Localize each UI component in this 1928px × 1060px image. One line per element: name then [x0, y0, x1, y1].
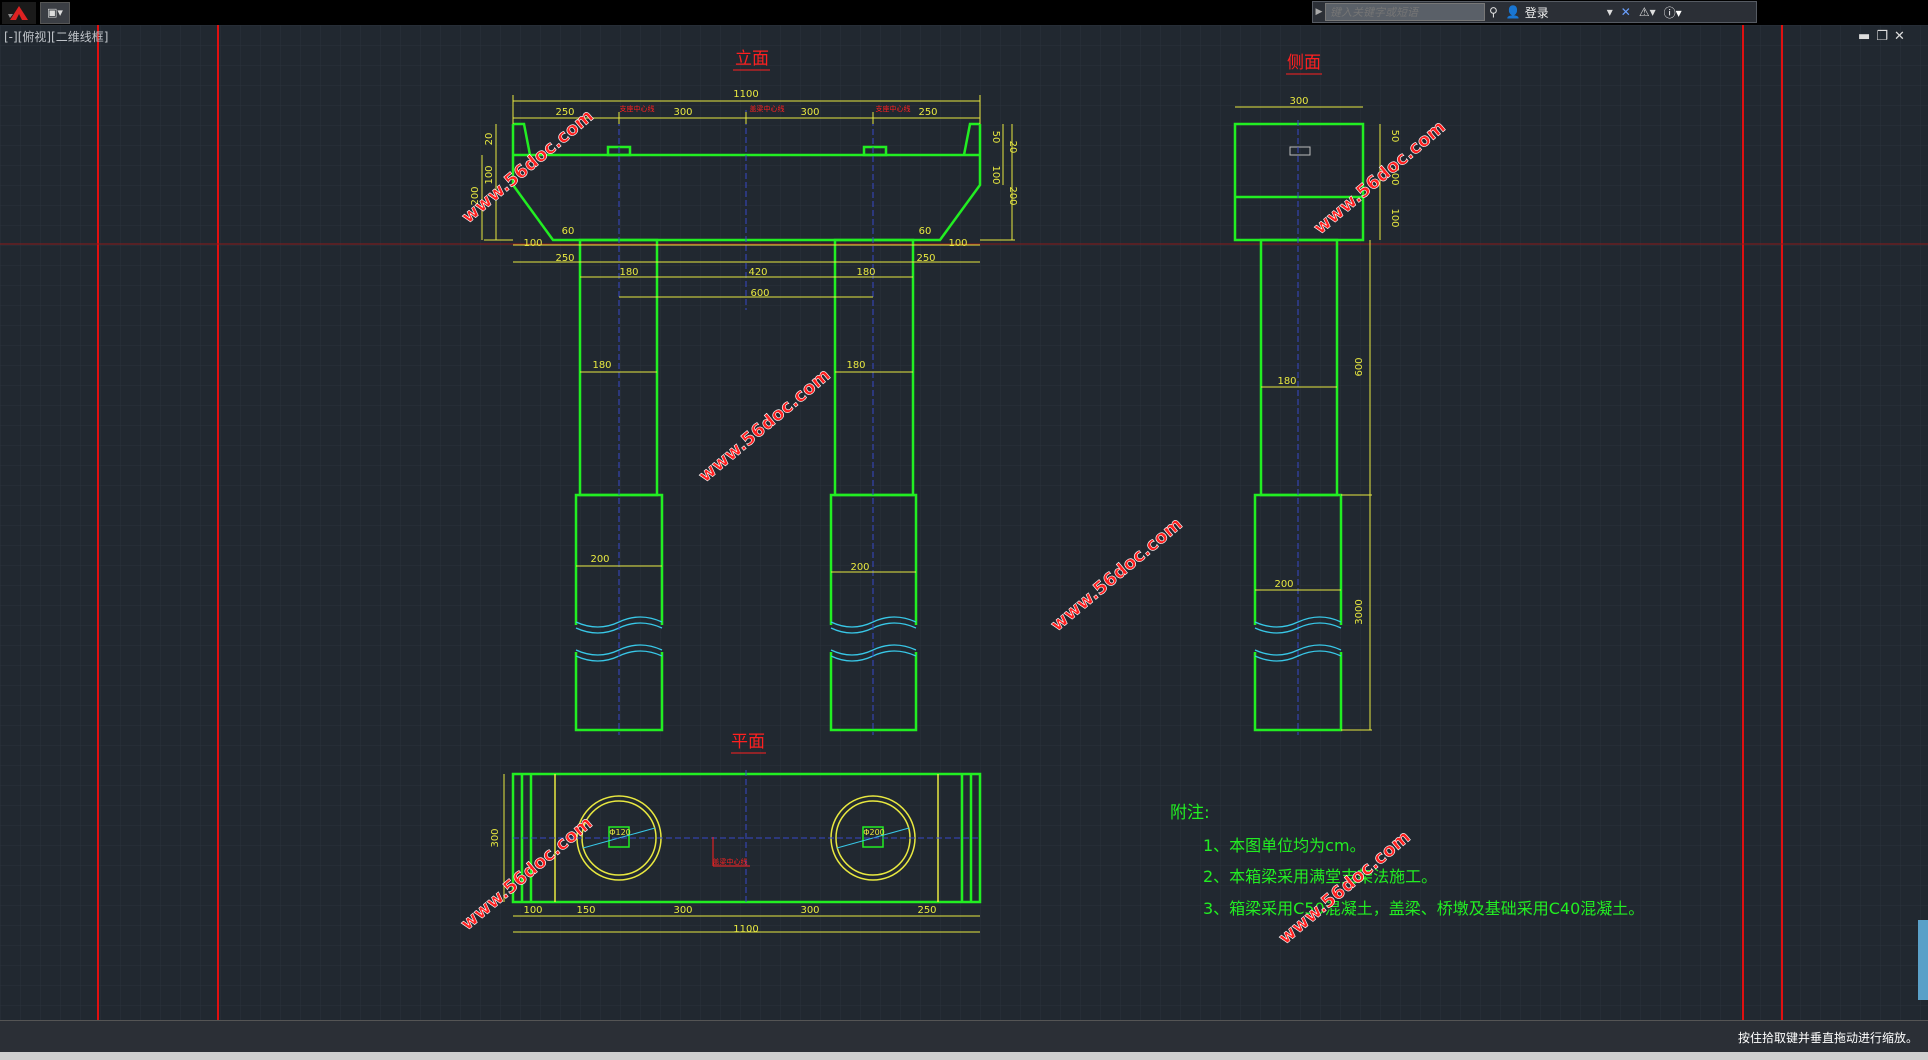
dim-60-left: 60: [562, 226, 575, 237]
note-3: 3、箱梁采用C50混凝土，盖梁、桥墩及基础采用C40混凝土。: [1203, 899, 1644, 918]
dropdown-arrow-icon[interactable]: ▾: [1603, 5, 1617, 19]
drawing-window-controls: ▬ ❐ ✕: [1858, 29, 1905, 44]
dim-200-pile-left: 200: [590, 554, 609, 565]
side-dim-200: 200: [1274, 579, 1293, 590]
bearing-centerline-tag-right: 支座中心线: [876, 104, 911, 113]
application-title-bar: ▣▾ ▶ ⚲ 👤 登录 ▾ ✕ ⚠▾ ⓘ▾: [0, 0, 1928, 25]
dim-250-right: 250: [918, 107, 937, 118]
dim-100-left: 100: [523, 238, 542, 249]
plan-dim-100: 100: [523, 905, 542, 916]
dim-180-col-right: 180: [846, 360, 865, 371]
save-document-icon[interactable]: ▣▾: [40, 1, 70, 24]
pile-label-left: Φ120: [609, 828, 631, 837]
cap-centerline-tag: 盖梁中心线: [750, 104, 785, 113]
binoculars-icon[interactable]: ⚲: [1485, 5, 1502, 19]
dim-200-pile-right: 200: [850, 562, 869, 573]
plan-dim-300-right: 300: [800, 905, 819, 916]
restore-icon[interactable]: ❐: [1876, 29, 1888, 44]
search-input[interactable]: [1325, 3, 1485, 21]
side-dim-300: 300: [1289, 96, 1308, 107]
dim-180-a: 180: [619, 267, 638, 278]
right-edge-strip: [1918, 920, 1928, 1000]
dim-180-col-left: 180: [592, 360, 611, 371]
cad-drawing[interactable]: 立面 1100 250 300 300 250 60 60 100 100 25…: [0, 25, 1928, 1020]
viewport-controls[interactable]: [-][俯视][二维线框]: [4, 28, 108, 45]
side-dim-180: 180: [1277, 376, 1296, 387]
dim-right-20: 20: [1007, 141, 1018, 154]
dim-right-200: 200: [1007, 186, 1018, 205]
plan-dim-1100: 1100: [733, 924, 758, 935]
dim-1100: 1100: [733, 89, 758, 100]
help-icon[interactable]: ⓘ▾: [1660, 4, 1686, 21]
login-button[interactable]: 登录: [1525, 4, 1603, 21]
note-2: 2、本箱梁采用满堂支架法施工。: [1203, 867, 1437, 886]
dim-300-left: 300: [673, 107, 692, 118]
side-dim-100-b: 100: [1389, 208, 1400, 227]
dim-60-right: 60: [919, 226, 932, 237]
bottom-strip: [0, 1052, 1928, 1060]
close-icon[interactable]: ✕: [1894, 29, 1905, 44]
dim-300-right: 300: [800, 107, 819, 118]
note-1: 1、本图单位均为cm。: [1203, 836, 1366, 855]
plan-title: 平面: [731, 732, 765, 752]
side-title: 侧面: [1287, 53, 1321, 73]
plan-dim-250: 250: [917, 905, 936, 916]
status-bar: 按住拾取键并垂直拖动进行缩放。: [0, 1020, 1928, 1053]
status-prompt: 按住拾取键并垂直拖动进行缩放。: [1737, 1031, 1918, 1045]
plan-dim-300-vertical: 300: [490, 828, 501, 847]
plan-centerline-tag: 盖梁中心线: [713, 857, 748, 866]
notes-heading: 附注:: [1170, 803, 1210, 823]
pile-label-right: Φ200: [863, 828, 885, 837]
expand-arrow-icon[interactable]: ▶: [1313, 7, 1325, 17]
stay-connected-icon[interactable]: ⚠▾: [1635, 5, 1660, 19]
dim-180-b: 180: [856, 267, 875, 278]
dim-left-20: 20: [484, 133, 495, 146]
infocenter-bar: ▶ ⚲ 👤 登录 ▾ ✕ ⚠▾ ⓘ▾: [1312, 1, 1757, 23]
minimize-icon[interactable]: ▬: [1858, 29, 1870, 44]
quick-access-toolbar: ▣▾: [0, 0, 70, 25]
side-dim-3000: 3000: [1354, 599, 1365, 624]
elevation-title: 立面: [735, 49, 769, 69]
dim-250-lower-right: 250: [916, 253, 935, 264]
user-icon: 👤: [1505, 5, 1521, 19]
plan-dim-150: 150: [576, 905, 595, 916]
dim-420: 420: [748, 267, 767, 278]
drawing-canvas[interactable]: 立面 1100 250 300 300 250 60 60 100 100 25…: [0, 25, 1928, 1020]
dim-250-lower-left: 250: [555, 253, 574, 264]
autocad-logo-icon[interactable]: [2, 1, 36, 24]
plan-dim-300-left: 300: [673, 905, 692, 916]
exchange-icon[interactable]: ✕: [1617, 5, 1635, 19]
side-dim-50: 50: [1389, 130, 1400, 143]
dim-600: 600: [750, 288, 769, 299]
dim-right-100: 100: [990, 165, 1001, 184]
bearing-centerline-tag-left: 支座中心线: [620, 104, 655, 113]
dim-right-50: 50: [990, 131, 1001, 144]
side-dim-600: 600: [1354, 357, 1365, 376]
dim-100-right: 100: [948, 238, 967, 249]
